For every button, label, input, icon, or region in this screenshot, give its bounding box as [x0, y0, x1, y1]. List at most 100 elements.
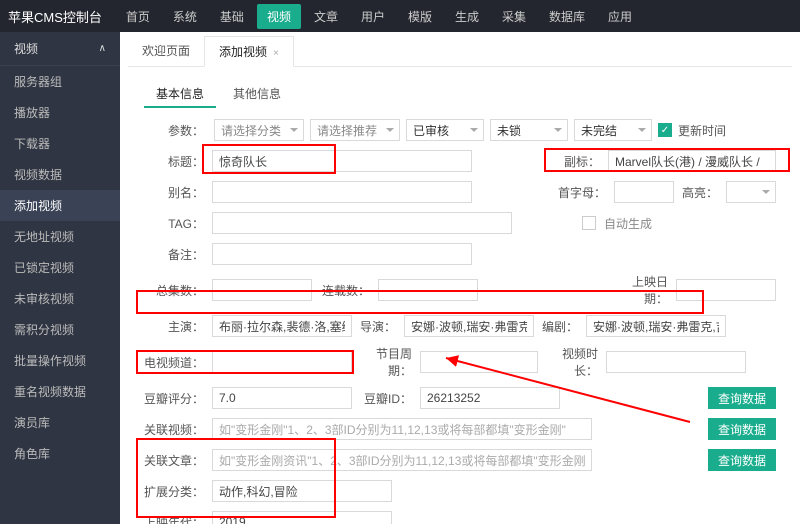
- alias-input[interactable]: [212, 181, 472, 203]
- title-label: 标题：: [144, 153, 208, 170]
- douban-score-input[interactable]: [212, 387, 352, 409]
- release-label: 上映日期：: [612, 273, 672, 307]
- sub-tabs: 基本信息其他信息: [144, 81, 792, 108]
- checkbox-autogen-label: 自动生成: [604, 215, 652, 232]
- total-label: 总集数：: [144, 282, 208, 299]
- sidebar-item[interactable]: 批量操作视频: [0, 345, 120, 376]
- sidebar-item[interactable]: 已锁定视频: [0, 252, 120, 283]
- subtab[interactable]: 基本信息: [144, 81, 216, 108]
- select-finish[interactable]: 未完结: [574, 119, 652, 141]
- year-input[interactable]: [212, 511, 392, 524]
- writer-input[interactable]: [586, 315, 726, 337]
- duration-label: 视频时长：: [542, 345, 602, 379]
- param-label: 参数：: [144, 122, 208, 139]
- top-nav: 首页系统基础视频文章用户模版生成采集数据库应用: [116, 4, 642, 29]
- duration-input[interactable]: [606, 351, 746, 373]
- content-tabs: 欢迎页面添加视频×: [128, 36, 792, 67]
- chevron-up-icon: ∧: [99, 43, 106, 54]
- sidebar-group-label: 视频: [14, 40, 38, 57]
- release-input[interactable]: [676, 279, 776, 301]
- close-icon[interactable]: ×: [273, 48, 279, 59]
- topnav-item[interactable]: 数据库: [539, 4, 595, 29]
- topnav-item[interactable]: 基础: [210, 4, 254, 29]
- douban-score-label: 豆瓣评分：: [144, 390, 208, 407]
- alias-label: 别名：: [144, 184, 208, 201]
- weekly-label: 节目周期：: [356, 345, 416, 379]
- sidebar-item[interactable]: 演员库: [0, 407, 120, 438]
- initial-input[interactable]: [614, 181, 674, 203]
- sidebar-item[interactable]: 视频数据: [0, 159, 120, 190]
- brand-title: 苹果CMS控制台: [8, 7, 102, 26]
- tag-label: TAG：: [144, 215, 208, 232]
- select-lock[interactable]: 未锁: [490, 119, 568, 141]
- select-recommend[interactable]: 请选择推荐: [310, 119, 400, 141]
- sidebar: 视频 ∧ 服务器组播放器下载器视频数据添加视频无地址视频已锁定视频未审核视频需积…: [0, 32, 120, 524]
- sidebar-group[interactable]: 视频 ∧: [0, 32, 120, 66]
- sidebar-item[interactable]: 添加视频: [0, 190, 120, 221]
- topnav-item[interactable]: 模版: [398, 4, 442, 29]
- tv-channel-input[interactable]: [212, 351, 352, 373]
- chevron-down-icon: [470, 128, 478, 132]
- sidebar-item[interactable]: 无地址视频: [0, 221, 120, 252]
- remark-label: 备注：: [144, 246, 208, 263]
- topnav-item[interactable]: 文章: [304, 4, 348, 29]
- topnav-item[interactable]: 采集: [492, 4, 536, 29]
- actor-input[interactable]: [212, 315, 352, 337]
- topnav-item[interactable]: 首页: [116, 4, 160, 29]
- initial-label: 首字母：: [558, 184, 610, 201]
- serial-label: 连载数：: [316, 282, 374, 299]
- sidebar-item[interactable]: 播放器: [0, 97, 120, 128]
- douban-id-label: 豆瓣ID：: [356, 390, 416, 407]
- rel-article-input[interactable]: [212, 449, 592, 471]
- subtitle-label: 副标：: [552, 153, 604, 170]
- topnav-item[interactable]: 视频: [257, 4, 301, 29]
- topnav-item[interactable]: 系统: [163, 4, 207, 29]
- year-label: 上映年代：: [144, 514, 208, 524]
- writer-label: 编剧：: [538, 318, 582, 335]
- weekly-input[interactable]: [420, 351, 538, 373]
- chevron-down-icon: [762, 190, 770, 194]
- select-audit[interactable]: 已审核: [406, 119, 484, 141]
- chevron-down-icon: [554, 128, 562, 132]
- remark-input[interactable]: [212, 243, 472, 265]
- title-input[interactable]: [212, 150, 472, 172]
- total-input[interactable]: [212, 279, 312, 301]
- checkbox-update-time[interactable]: ✓: [658, 123, 672, 137]
- actor-label: 主演：: [144, 318, 208, 335]
- checkbox-update-time-label: 更新时间: [678, 122, 726, 139]
- ext-category-input[interactable]: [212, 480, 392, 502]
- sidebar-item[interactable]: 下载器: [0, 128, 120, 159]
- chevron-down-icon: [638, 128, 646, 132]
- query-data-button[interactable]: 查询数据: [708, 387, 776, 409]
- sidebar-item[interactable]: 服务器组: [0, 66, 120, 97]
- topnav-item[interactable]: 应用: [598, 4, 642, 29]
- tab[interactable]: 欢迎页面: [128, 36, 204, 66]
- query-data-button-3[interactable]: 查询数据: [708, 449, 776, 471]
- chevron-down-icon: [386, 128, 394, 132]
- douban-id-input[interactable]: [420, 387, 560, 409]
- topnav-item[interactable]: 生成: [445, 4, 489, 29]
- sidebar-item[interactable]: 未审核视频: [0, 283, 120, 314]
- director-input[interactable]: [404, 315, 534, 337]
- subtab[interactable]: 其他信息: [221, 81, 293, 108]
- sidebar-item[interactable]: 重名视频数据: [0, 376, 120, 407]
- subtitle-input[interactable]: [608, 150, 776, 172]
- rel-article-label: 关联文章：: [144, 452, 208, 469]
- tab[interactable]: 添加视频×: [204, 36, 294, 67]
- director-label: 导演：: [356, 318, 400, 335]
- checkbox-autogen[interactable]: [582, 216, 596, 230]
- rel-video-label: 关联视频：: [144, 421, 208, 438]
- chevron-down-icon: [290, 128, 298, 132]
- highlight-select[interactable]: [726, 181, 776, 203]
- tv-channel-label: 电视频道：: [144, 354, 208, 371]
- sidebar-item[interactable]: 角色库: [0, 438, 120, 469]
- serial-input[interactable]: [378, 279, 478, 301]
- highlight-label: 高亮：: [678, 184, 722, 201]
- sidebar-item[interactable]: 需积分视频: [0, 314, 120, 345]
- query-data-button-2[interactable]: 查询数据: [708, 418, 776, 440]
- rel-video-input[interactable]: [212, 418, 592, 440]
- select-category[interactable]: 请选择分类: [214, 119, 304, 141]
- topnav-item[interactable]: 用户: [351, 4, 395, 29]
- tag-input[interactable]: [212, 212, 512, 234]
- ext-category-label: 扩展分类：: [144, 483, 208, 500]
